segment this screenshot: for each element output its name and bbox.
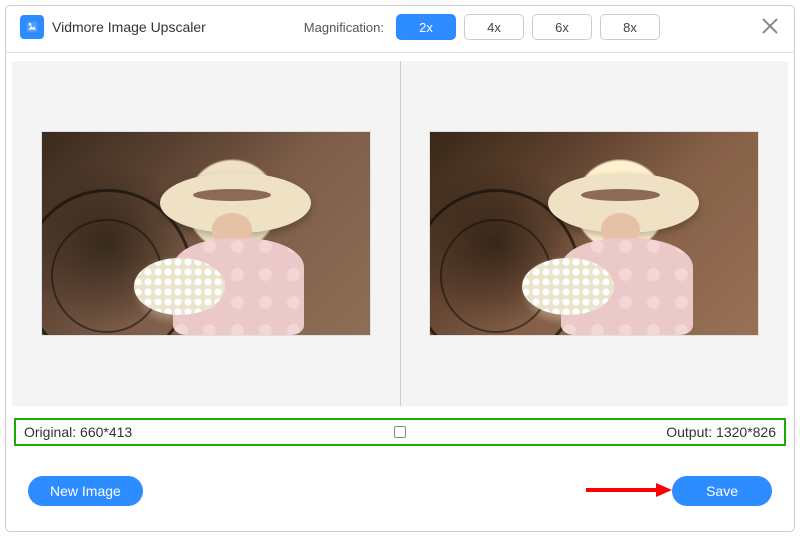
new-image-button[interactable]: New Image [28, 476, 143, 506]
original-image [41, 131, 371, 336]
compare-handle-icon[interactable] [394, 426, 406, 438]
output-image [429, 131, 759, 336]
header-bar: Vidmore Image Upscaler Magnification: 2x… [6, 6, 794, 53]
close-icon[interactable] [760, 16, 780, 36]
magnification-group: Magnification: 2x 4x 6x 8x [304, 14, 780, 40]
app-title: Vidmore Image Upscaler [52, 19, 206, 35]
magnification-label: Magnification: [304, 20, 384, 35]
dimensions-bar: Original: 660*413 Output: 1320*826 [14, 418, 786, 446]
app-logo-icon [20, 15, 44, 39]
magnification-option-2x[interactable]: 2x [396, 14, 456, 40]
original-pane [12, 61, 400, 406]
footer-bar: New Image Save [6, 461, 794, 521]
original-dimensions: Original: 660*413 [24, 424, 132, 440]
magnification-option-4x[interactable]: 4x [464, 14, 524, 40]
magnification-option-8x[interactable]: 8x [600, 14, 660, 40]
save-button[interactable]: Save [672, 476, 772, 506]
output-pane [401, 61, 789, 406]
output-dimensions: Output: 1320*826 [666, 424, 776, 440]
magnification-option-6x[interactable]: 6x [532, 14, 592, 40]
preview-area [12, 61, 788, 406]
